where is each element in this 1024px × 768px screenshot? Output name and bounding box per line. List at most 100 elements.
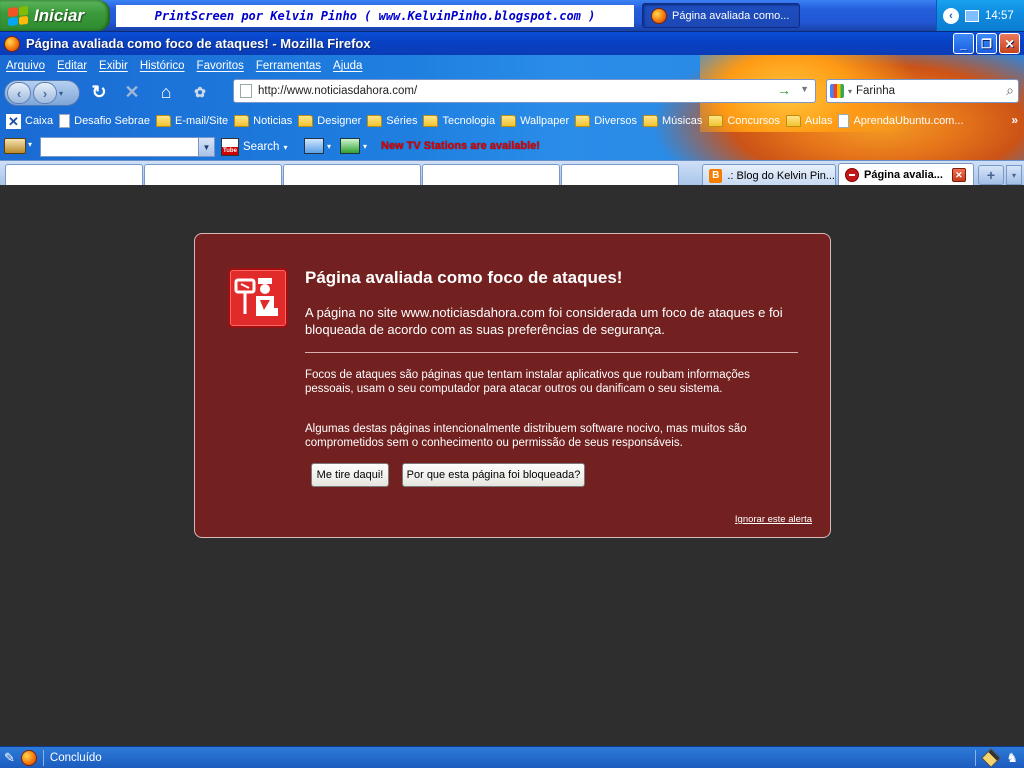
- tab-redacted-1[interactable]: [5, 164, 143, 185]
- folder-icon: [367, 115, 383, 127]
- bookmark-folder-noticias[interactable]: Noticias: [234, 115, 292, 127]
- bookmark-label: Diversos: [594, 115, 637, 127]
- addon-dropdown-icon[interactable]: ▾: [28, 140, 32, 149]
- firefox-icon[interactable]: [20, 749, 37, 766]
- tv-stations-message[interactable]: New TV Stations are available!: [381, 140, 540, 152]
- menu-ferramentas[interactable]: Ferramentas: [256, 60, 321, 72]
- search-engine-dropdown-icon[interactable]: ▾: [848, 87, 852, 96]
- bookmark-label: Séries: [386, 115, 418, 127]
- google-icon[interactable]: [830, 84, 844, 98]
- tv-stations-button[interactable]: ▾: [340, 138, 367, 154]
- list-all-tabs-button[interactable]: ▾: [1006, 165, 1022, 185]
- bookmark-folder-diversos[interactable]: Diversos: [575, 115, 637, 127]
- page-icon: [59, 114, 71, 128]
- bookmark-caixa[interactable]: ✕ Caixa: [6, 113, 53, 129]
- restore-button[interactable]: ❐: [976, 33, 997, 54]
- bookmark-aprendaubuntu[interactable]: AprendaUbuntu.com...: [838, 114, 964, 128]
- window-titlebar: Página avaliada como foco de ataques! - …: [0, 32, 1024, 55]
- bookmark-folder-tecnologia[interactable]: Tecnologia: [423, 115, 495, 127]
- edit-pencil-icon[interactable]: [981, 748, 1002, 768]
- caixa-icon: ✕: [6, 113, 21, 129]
- warning-lead: A página no site www.noticiasdahora.com …: [305, 305, 783, 337]
- menu-favoritos[interactable]: Favoritos: [197, 60, 244, 72]
- tab-redacted-4[interactable]: [422, 164, 560, 185]
- back-button[interactable]: ‹: [7, 82, 31, 104]
- tab-label: Página avalia...: [864, 169, 943, 181]
- blocked-page-icon: [845, 168, 859, 182]
- addon-status-icon[interactable]: ♞: [1006, 750, 1018, 766]
- bookmark-folder-email-site[interactable]: E-mail/Site: [155, 115, 229, 127]
- new-tab-button[interactable]: +: [978, 165, 1004, 185]
- home-button[interactable]: ⌂: [154, 80, 178, 104]
- back-forward-group: ‹ › ▾: [4, 80, 80, 106]
- menu-editar[interactable]: Editar: [57, 60, 87, 72]
- menu-arquivo[interactable]: Arquivo: [6, 60, 45, 72]
- addon-logo-icon[interactable]: [4, 138, 26, 154]
- get-me-out-button[interactable]: Me tire daqui!: [311, 463, 389, 487]
- tab-redacted-2[interactable]: [144, 164, 282, 185]
- search-icon[interactable]: ⌕: [1006, 82, 1014, 99]
- bookmark-label: Tecnologia: [442, 115, 496, 127]
- bookmark-folder-musicas[interactable]: Músicas: [643, 115, 702, 127]
- pencil-tool-icon[interactable]: ✎: [4, 750, 15, 766]
- bookmark-label: Aulas: [804, 115, 833, 127]
- tray-expand-icon[interactable]: ‹: [943, 7, 959, 24]
- warning-title: Página avaliada como foco de ataques!: [305, 268, 623, 287]
- tv-button[interactable]: ▾: [304, 138, 331, 154]
- warning-description-1: Focos de ataques são páginas que tentam …: [305, 369, 750, 395]
- taskbar-firefox-button[interactable]: Página avaliada como...: [642, 3, 800, 28]
- start-button[interactable]: Iniciar: [0, 0, 110, 31]
- monitor-icon: [304, 138, 324, 154]
- bookmark-folder-wallpaper[interactable]: Wallpaper: [501, 115, 569, 127]
- tab-close-icon[interactable]: ✕: [951, 168, 966, 182]
- youtube-search-label: Search: [243, 141, 280, 153]
- folder-icon: [155, 115, 171, 127]
- bookmark-folder-concursos[interactable]: Concursos: [708, 115, 780, 127]
- url-dropdown-icon[interactable]: ▼: [800, 84, 809, 94]
- history-dropdown-icon[interactable]: ▾: [59, 89, 63, 98]
- start-label: Iniciar: [34, 5, 85, 25]
- bookmark-folder-designer[interactable]: Designer: [298, 115, 361, 127]
- tab-redacted-3[interactable]: [283, 164, 421, 185]
- divider: [975, 750, 977, 766]
- combobox-dropdown-icon[interactable]: ▼: [198, 138, 214, 156]
- bookmark-label: Desafio Sebrae: [74, 115, 150, 127]
- address-bar[interactable]: http://www.noticiasdahora.com/ → ▼: [233, 79, 816, 103]
- tab-attack-page[interactable]: Página avalia... ✕: [838, 163, 974, 185]
- bookmarks-overflow-button[interactable]: »: [1011, 113, 1018, 127]
- bookmark-folder-aulas[interactable]: Aulas: [785, 115, 833, 127]
- folder-icon: [423, 115, 439, 127]
- minimize-button[interactable]: _: [953, 33, 974, 54]
- tv-stations-dropdown-icon[interactable]: ▾: [363, 142, 367, 151]
- status-text: Concluído: [49, 751, 102, 764]
- youtube-logo-bottom: Tube: [222, 147, 238, 155]
- bookmark-desafio-sebrae[interactable]: Desafio Sebrae: [59, 114, 150, 128]
- network-icon[interactable]: [965, 9, 979, 22]
- bookmark-label: E-mail/Site: [174, 115, 229, 127]
- youtube-logo-top: You: [224, 140, 236, 146]
- bookmark-folder-series[interactable]: Séries: [367, 115, 417, 127]
- page-icon: [240, 84, 252, 98]
- forward-button[interactable]: ›: [33, 82, 57, 104]
- stop-button[interactable]: ✕: [120, 80, 144, 104]
- tab-redacted-5[interactable]: [561, 164, 679, 185]
- youtube-search-button[interactable]: You Tube Search ▾: [221, 138, 287, 156]
- why-blocked-button[interactable]: Por que esta página foi bloqueada?: [402, 463, 585, 487]
- search-box[interactable]: ▾ Farinha ⌕: [826, 79, 1019, 103]
- addon-icon[interactable]: ✿: [188, 80, 212, 104]
- addon-search-combobox[interactable]: ▼: [40, 137, 215, 157]
- go-arrow-icon[interactable]: →: [777, 82, 791, 98]
- divider: [305, 352, 798, 353]
- tv-dropdown-icon[interactable]: ▾: [327, 142, 331, 151]
- menu-historico[interactable]: Histórico: [140, 60, 185, 72]
- search-dropdown-icon[interactable]: ▾: [283, 143, 287, 152]
- close-button[interactable]: ✕: [999, 33, 1020, 54]
- menu-ajuda[interactable]: Ajuda: [333, 60, 362, 72]
- reload-button[interactable]: ↻: [87, 80, 111, 104]
- attack-warning-panel: Página avaliada como foco de ataques! A …: [194, 233, 831, 538]
- ignore-warning-link[interactable]: Ignorar este alerta: [735, 514, 812, 525]
- menu-exibir[interactable]: Exibir: [99, 60, 128, 72]
- tab-blog-kelvin[interactable]: B .: Blog do Kelvin Pin...: [702, 164, 836, 185]
- search-value: Farinha: [856, 85, 896, 97]
- youtube-icon: You Tube: [221, 138, 239, 156]
